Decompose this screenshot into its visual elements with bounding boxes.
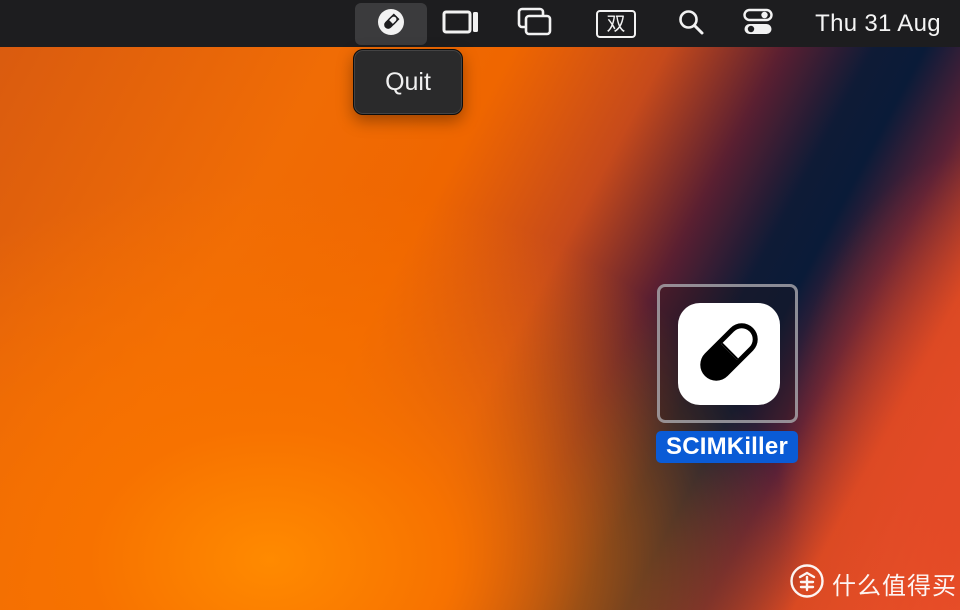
scimkiller-app-icon[interactable] [678,303,780,405]
pill-icon [377,8,405,40]
pill-menu-extra-button[interactable] [355,3,427,45]
window-switcher-button[interactable] [512,3,558,45]
pill-menu-dropdown: Quit [353,49,463,115]
screen-mirroring-button[interactable] [437,3,485,45]
windows-icon [517,7,553,41]
screen-mirroring-icon [442,9,480,39]
wallpaper-shade [0,0,960,610]
menu-bar-clock[interactable]: Thu 31 Aug [800,3,956,45]
wallpaper-glow [0,0,960,610]
spotlight-search-button[interactable] [670,3,712,45]
desktop-wallpaper: 双 Thu 31 Aug Quit SCIMKiller 什么值得买 [0,0,960,610]
watermark-text: 什么值得买 [832,571,957,600]
control-center-icon [743,8,773,40]
search-icon [677,8,705,40]
input-method-button[interactable]: 双 [592,3,640,45]
watermark: 什么值得买 [790,564,957,602]
input-method-icon: 双 [596,10,636,38]
pill-icon [689,312,769,396]
quit-menu-item[interactable]: Quit [371,60,445,105]
desktop-app-label[interactable]: SCIMKiller [656,431,798,463]
menu-bar: 双 Thu 31 Aug [0,0,960,47]
desktop-app-icon-selection[interactable] [657,284,798,423]
control-center-button[interactable] [735,3,781,45]
smzdm-logo-icon [790,564,824,602]
